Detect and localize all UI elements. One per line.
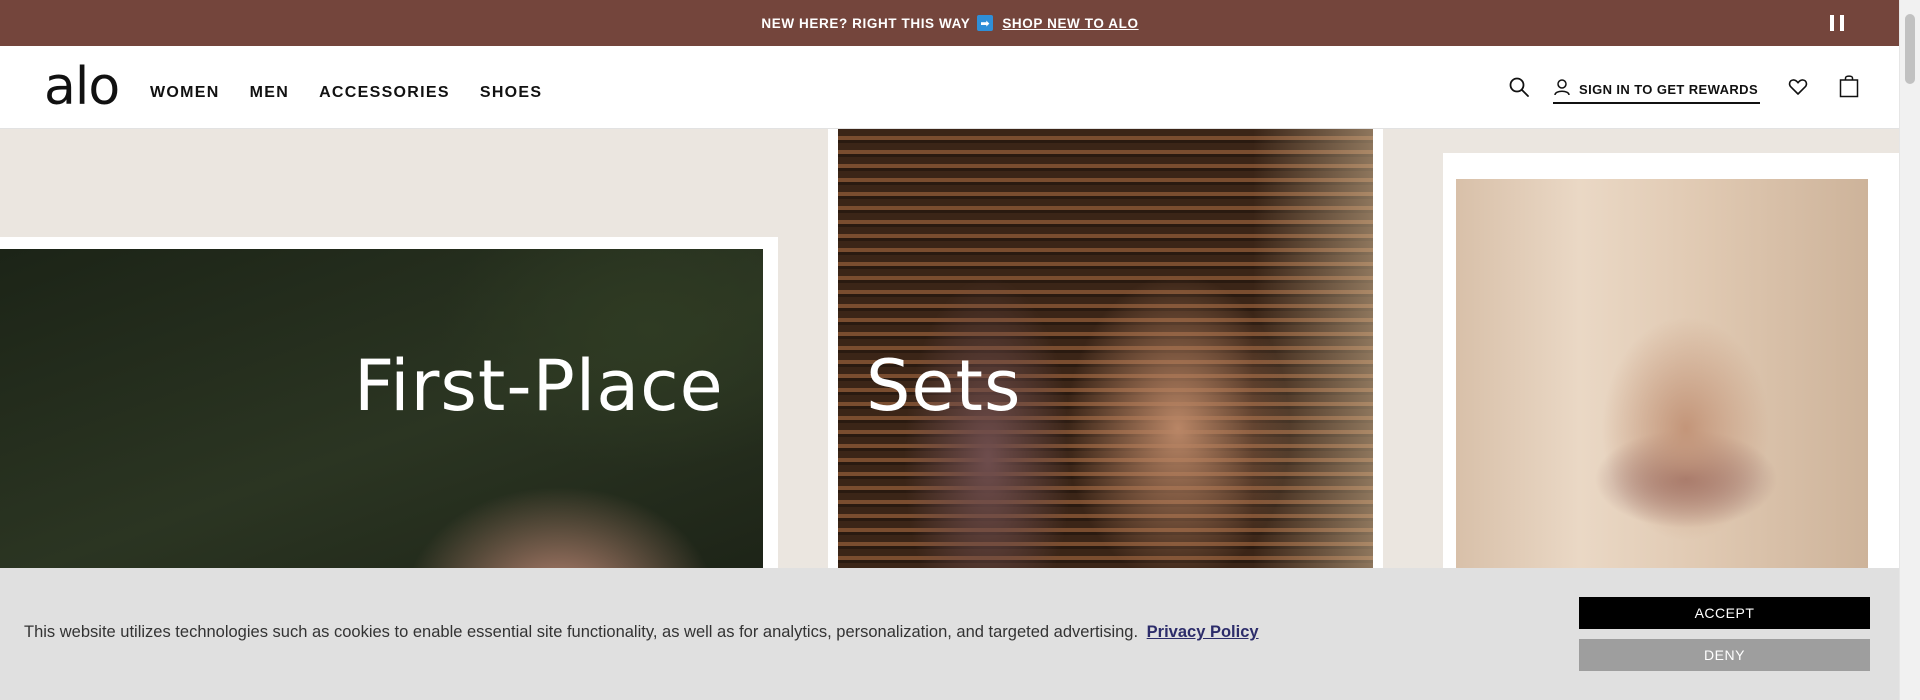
cookie-message: This website utilizes technologies such … [24,623,1259,642]
page-scrollbar[interactable] [1899,0,1920,700]
arrow-icon: ➡ [977,15,994,31]
cookie-banner: This website utilizes technologies such … [0,568,1900,700]
cookie-text: This website utilizes technologies such … [24,623,1139,641]
user-icon [1553,78,1571,101]
hero-headline-sets: Sets [866,345,1022,427]
nav-women[interactable]: WOMEN [150,84,220,102]
accept-button[interactable]: ACCEPT [1579,597,1870,629]
hero-headline-first-place: First-Place [354,345,724,427]
main-nav: WOMEN MEN ACCESSORIES SHOES [150,84,542,102]
announcement-bar: NEW HERE? RIGHT THIS WAY ➡ SHOP NEW TO A… [0,0,1900,46]
svg-text:alo: alo [44,60,118,112]
deny-button[interactable]: DENY [1579,639,1870,671]
scrollbar-thumb[interactable] [1905,14,1915,84]
nav-men[interactable]: MEN [250,84,289,102]
pause-icon[interactable] [1830,15,1844,31]
signin-label: SIGN IN TO GET REWARDS [1579,81,1759,97]
announcement-text: NEW HERE? RIGHT THIS WAY [761,15,971,31]
signin-rewards-link[interactable]: SIGN IN TO GET REWARDS [1553,76,1761,104]
nav-shoes[interactable]: SHOES [480,84,543,102]
shop-new-link[interactable]: SHOP NEW TO ALO [1002,16,1138,31]
bag-icon[interactable] [1839,74,1859,103]
site-header: alo WOMEN MEN ACCESSORIES SHOES SIGN IN … [0,46,1900,129]
privacy-policy-link[interactable]: Privacy Policy [1147,623,1259,641]
alo-logo[interactable]: alo [44,57,120,117]
nav-accessories[interactable]: ACCESSORIES [319,84,450,102]
heart-icon[interactable] [1788,78,1808,101]
search-icon[interactable] [1508,76,1530,98]
